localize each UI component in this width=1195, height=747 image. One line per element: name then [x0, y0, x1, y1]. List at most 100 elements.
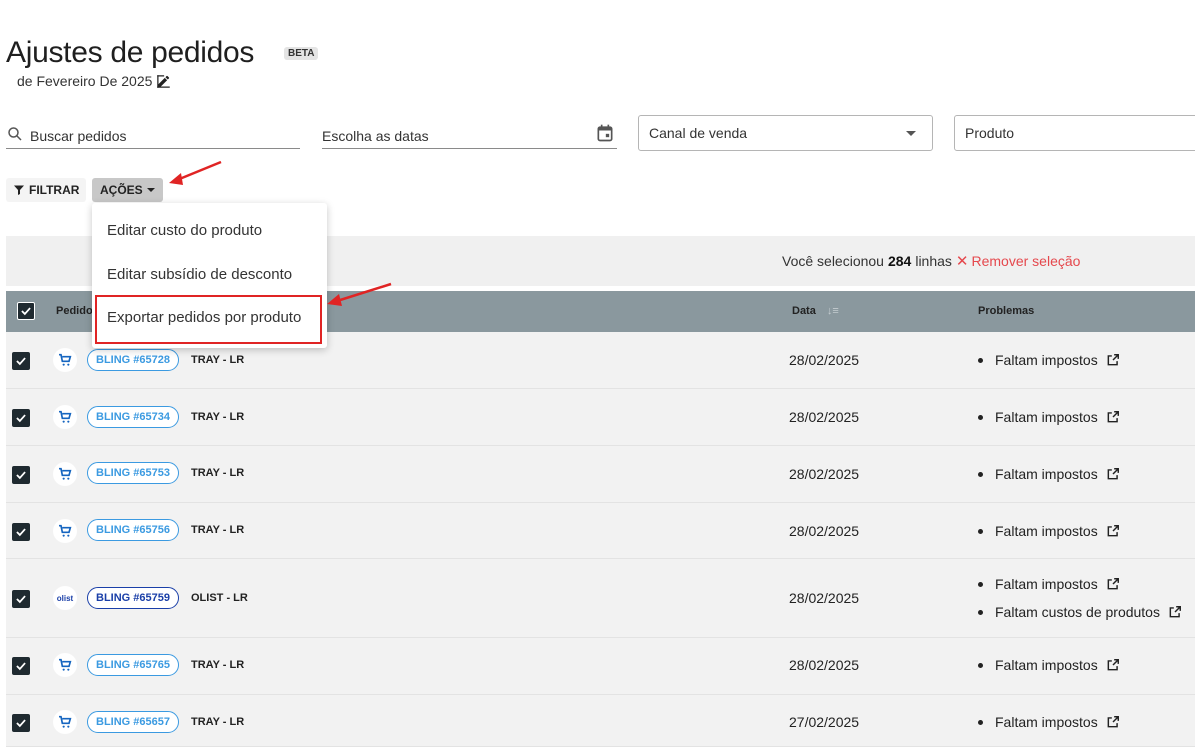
- row-checkbox[interactable]: [12, 590, 30, 608]
- cart-icon: [59, 524, 72, 537]
- page-title: Ajustes de pedidos: [6, 36, 255, 69]
- order-id-badge[interactable]: BLING #65756: [87, 519, 179, 541]
- problem-text: Faltam custos de produtos: [995, 604, 1160, 620]
- problem-item: Faltam impostos: [978, 346, 1120, 374]
- external-link-icon[interactable]: [1106, 410, 1120, 424]
- check-icon: [16, 414, 26, 423]
- table-row[interactable]: BLING #65753 TRAY - LR 28/02/2025 Faltam…: [6, 446, 1195, 503]
- selection-prefix: Você selecionou: [782, 253, 884, 269]
- table-row[interactable]: olist BLING #65759 OLIST - LR 28/02/2025…: [6, 559, 1195, 638]
- problem-text: Faltam impostos: [995, 576, 1098, 592]
- actions-label: AÇÕES: [100, 183, 143, 197]
- product-select[interactable]: Produto: [954, 115, 1195, 151]
- problem-item: Faltam impostos: [978, 517, 1120, 545]
- platform-logo: [53, 710, 77, 734]
- problem-text: Faltam impostos: [995, 657, 1098, 673]
- row-checkbox[interactable]: [12, 352, 30, 370]
- order-id-badge[interactable]: BLING #65759: [87, 587, 179, 609]
- external-link-icon[interactable]: [1106, 715, 1120, 729]
- sales-channel-select[interactable]: Canal de venda: [638, 115, 933, 151]
- table-row[interactable]: BLING #65765 TRAY - LR 28/02/2025 Faltam…: [6, 638, 1195, 695]
- actions-button[interactable]: AÇÕES: [92, 178, 163, 202]
- caret-down-icon: [146, 188, 155, 192]
- platform-logo: olist: [53, 586, 77, 610]
- order-date: 27/02/2025: [789, 714, 860, 730]
- cart-icon: [59, 658, 72, 671]
- problem-text: Faltam impostos: [995, 409, 1098, 425]
- sales-channel-label: Canal de venda: [649, 125, 748, 141]
- edit-icon[interactable]: [156, 74, 171, 89]
- row-checkbox[interactable]: [12, 714, 30, 732]
- order-id-badge[interactable]: BLING #65753: [87, 462, 179, 484]
- problems-list: Faltam impostos: [978, 460, 1120, 488]
- order-id-badge[interactable]: BLING #65765: [87, 654, 179, 676]
- table-row[interactable]: BLING #65734 TRAY - LR 28/02/2025 Faltam…: [6, 389, 1195, 446]
- problems-list: Faltam impostos: [978, 708, 1120, 736]
- sort-icon[interactable]: ↓≡: [827, 305, 839, 317]
- external-link-icon[interactable]: [1168, 605, 1182, 619]
- row-checkbox[interactable]: [12, 466, 30, 484]
- select-all-checkbox[interactable]: [17, 302, 35, 320]
- filter-button[interactable]: FILTRAR: [6, 178, 87, 202]
- column-problems[interactable]: Problemas: [978, 305, 1034, 317]
- chevron-down-icon: [906, 130, 916, 136]
- table-row[interactable]: BLING #65657 TRAY - LR 27/02/2025 Faltam…: [6, 695, 1195, 747]
- search-input[interactable]: [30, 128, 270, 144]
- selection-count: 284: [887, 253, 912, 269]
- order-id-badge[interactable]: BLING #65657: [87, 711, 179, 733]
- filter-icon: [14, 185, 24, 195]
- check-icon: [16, 357, 26, 366]
- problems-list: Faltam impostos: [978, 651, 1120, 679]
- row-checkbox[interactable]: [12, 523, 30, 541]
- order-date: 28/02/2025: [789, 590, 860, 606]
- search-icon: [8, 127, 22, 141]
- problem-item: Faltam impostos: [978, 570, 1182, 598]
- check-icon: [21, 307, 31, 316]
- beta-badge: BETA: [284, 47, 319, 60]
- problem-text: Faltam impostos: [995, 352, 1098, 368]
- calendar-icon[interactable]: [595, 123, 615, 143]
- date-range-field[interactable]: [322, 118, 617, 149]
- platform-logo: [53, 653, 77, 677]
- external-link-icon[interactable]: [1106, 658, 1120, 672]
- product-label: Produto: [965, 125, 1015, 141]
- store-name: TRAY - LR: [191, 716, 245, 728]
- date-input[interactable]: [322, 128, 562, 144]
- platform-logo: [53, 519, 77, 543]
- period-selector[interactable]: de Fevereiro De 2025: [17, 73, 171, 89]
- remove-selection-button[interactable]: ✕ Remover seleção: [956, 252, 1081, 270]
- cart-icon: [59, 353, 72, 366]
- problem-text: Faltam impostos: [995, 523, 1098, 539]
- problem-item: Faltam impostos: [978, 708, 1120, 736]
- external-link-icon[interactable]: [1106, 577, 1120, 591]
- store-name: TRAY - LR: [191, 659, 245, 671]
- column-date[interactable]: Data ↓≡: [792, 305, 839, 317]
- annotation-arrow-export: [327, 282, 392, 306]
- check-icon: [16, 528, 26, 537]
- order-date: 28/02/2025: [789, 409, 860, 425]
- row-checkbox[interactable]: [12, 409, 30, 427]
- platform-logo: [53, 462, 77, 486]
- annotation-arrow-actions: [169, 160, 222, 185]
- platform-logo: [53, 405, 77, 429]
- check-icon: [16, 662, 26, 671]
- menu-item-edit-product-cost[interactable]: Editar custo do produto: [107, 222, 262, 239]
- order-date: 28/02/2025: [789, 352, 860, 368]
- external-link-icon[interactable]: [1106, 467, 1120, 481]
- cart-icon: [59, 467, 72, 480]
- table-row[interactable]: BLING #65756 TRAY - LR 28/02/2025 Faltam…: [6, 503, 1195, 559]
- store-name: TRAY - LR: [191, 354, 245, 366]
- order-id-badge[interactable]: BLING #65728: [87, 349, 179, 371]
- order-id-badge[interactable]: BLING #65734: [87, 406, 179, 428]
- menu-item-edit-discount-subsidy[interactable]: Editar subsídio de desconto: [107, 266, 292, 283]
- problem-item: Faltam impostos: [978, 460, 1120, 488]
- external-link-icon[interactable]: [1106, 353, 1120, 367]
- external-link-icon[interactable]: [1106, 524, 1120, 538]
- search-field[interactable]: [6, 118, 300, 149]
- problem-item: Faltam impostos: [978, 403, 1120, 431]
- row-checkbox[interactable]: [12, 657, 30, 675]
- problem-text: Faltam impostos: [995, 714, 1098, 730]
- problems-list: Faltam impostos: [978, 517, 1120, 545]
- problem-text: Faltam impostos: [995, 466, 1098, 482]
- column-date-label: Data: [792, 305, 816, 317]
